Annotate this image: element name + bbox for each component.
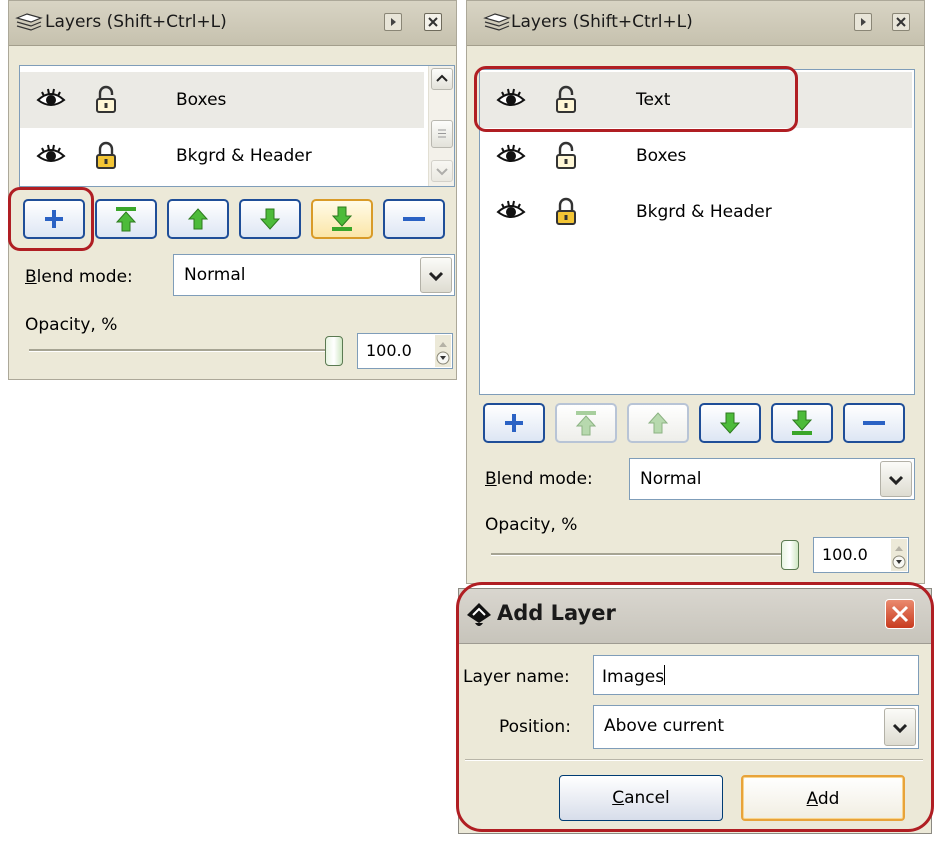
blend-mode-label: Blend mode: [25, 267, 133, 287]
dialog-close-button[interactable] [885, 599, 915, 629]
layers-scrollbar[interactable] [428, 66, 454, 186]
layer-name: Boxes [636, 146, 687, 166]
panel-title: Layers (Shift+Ctrl+L) [45, 12, 227, 32]
scroll-up-button[interactable] [431, 68, 453, 90]
unlocked-icon[interactable] [554, 85, 578, 119]
panel-close-button[interactable] [424, 13, 442, 31]
dialog-title: Add Layer [497, 601, 616, 625]
raise-layer-button[interactable] [627, 403, 689, 443]
locked-icon[interactable] [554, 197, 578, 231]
unlocked-icon[interactable] [554, 141, 578, 175]
right-layers-panel: Layers (Shift+Ctrl+L) Text Boxes Bkgrd &… [466, 0, 925, 584]
spin-arrows-icon[interactable] [891, 539, 907, 571]
scroll-down-button[interactable] [431, 160, 453, 182]
text-caret [664, 665, 666, 685]
chevron-down-icon[interactable] [420, 257, 452, 293]
raise-to-top-button[interactable] [95, 199, 157, 239]
left-panel-titlebar: Layers (Shift+Ctrl+L) [9, 1, 456, 46]
position-select[interactable]: Above current [593, 705, 919, 749]
opacity-slider-thumb[interactable] [325, 336, 343, 366]
panel-menu-button[interactable] [384, 13, 402, 31]
remove-layer-button[interactable] [843, 403, 905, 443]
layer-row[interactable]: Text [480, 72, 912, 128]
add-layer-button[interactable] [483, 403, 545, 443]
add-layer-dialog: Add Layer Layer name: Images Position: A… [458, 588, 932, 834]
opacity-value: 100.0 [822, 545, 868, 564]
unlocked-icon[interactable] [94, 85, 118, 119]
visibility-eye-icon[interactable] [36, 144, 66, 170]
remove-layer-button[interactable] [383, 199, 445, 239]
lower-to-bottom-button[interactable] [311, 199, 373, 239]
layer-row[interactable]: Boxes [480, 128, 912, 184]
lower-to-bottom-button[interactable] [771, 403, 833, 443]
opacity-slider[interactable] [29, 349, 333, 352]
right-panel-titlebar: Layers (Shift+Ctrl+L) [467, 1, 924, 46]
locked-icon[interactable] [94, 141, 118, 175]
layer-name-input[interactable]: Images [593, 655, 919, 695]
layers-icon [15, 12, 43, 34]
layer-name: Boxes [176, 90, 227, 110]
blend-mode-select[interactable]: Normal [173, 254, 455, 296]
position-value: Above current [604, 716, 725, 736]
visibility-eye-icon[interactable] [496, 88, 526, 114]
opacity-slider-thumb[interactable] [781, 540, 799, 570]
add-button[interactable]: Add [741, 775, 905, 821]
inkscape-logo-icon [465, 601, 493, 633]
layer-row[interactable]: Bkgrd & Header [480, 184, 912, 240]
panel-menu-button[interactable] [854, 13, 872, 31]
panel-close-button[interactable] [892, 13, 910, 31]
raise-to-top-button[interactable] [555, 403, 617, 443]
blend-mode-select[interactable]: Normal [629, 458, 915, 500]
visibility-eye-icon[interactable] [496, 144, 526, 170]
chevron-down-icon[interactable] [884, 708, 916, 746]
dialog-titlebar: Add Layer [459, 589, 931, 644]
layers-list: Text Boxes Bkgrd & Header [479, 69, 915, 395]
visibility-eye-icon[interactable] [496, 200, 526, 226]
blend-mode-value: Normal [640, 469, 702, 489]
lower-layer-button[interactable] [699, 403, 761, 443]
layer-name: Bkgrd & Header [176, 146, 312, 166]
raise-layer-button[interactable] [167, 199, 229, 239]
scroll-thumb[interactable] [431, 120, 453, 148]
add-layer-button[interactable] [23, 199, 85, 239]
blend-mode-label: Blend mode: [485, 469, 593, 489]
opacity-slider[interactable] [491, 553, 787, 556]
opacity-spinbox[interactable]: 100.0 [813, 537, 909, 573]
spin-arrows-icon[interactable] [435, 335, 451, 367]
lower-layer-button[interactable] [239, 199, 301, 239]
position-label: Position: [499, 717, 571, 737]
layer-name-value: Images [602, 667, 665, 687]
opacity-label: Opacity, % [25, 315, 118, 335]
panel-title: Layers (Shift+Ctrl+L) [511, 12, 693, 32]
opacity-spinbox[interactable]: 100.0 [357, 333, 453, 369]
layer-name-label: Layer name: [463, 667, 570, 687]
left-layers-panel: Layers (Shift+Ctrl+L) Boxes Bkgrd & Head [8, 0, 457, 380]
layer-name: Bkgrd & Header [636, 202, 772, 222]
opacity-label: Opacity, % [485, 515, 578, 535]
dialog-separator [465, 759, 923, 761]
cancel-button[interactable]: Cancel [559, 775, 723, 821]
layer-row[interactable]: Boxes [20, 72, 424, 128]
layer-row[interactable]: Bkgrd & Header [20, 128, 424, 184]
layers-icon [483, 12, 511, 34]
opacity-value: 100.0 [366, 341, 412, 360]
visibility-eye-icon[interactable] [36, 88, 66, 114]
blend-mode-value: Normal [184, 265, 246, 285]
layer-name: Text [636, 90, 671, 110]
layers-list: Boxes Bkgrd & Header [19, 65, 455, 187]
chevron-down-icon[interactable] [880, 461, 912, 497]
